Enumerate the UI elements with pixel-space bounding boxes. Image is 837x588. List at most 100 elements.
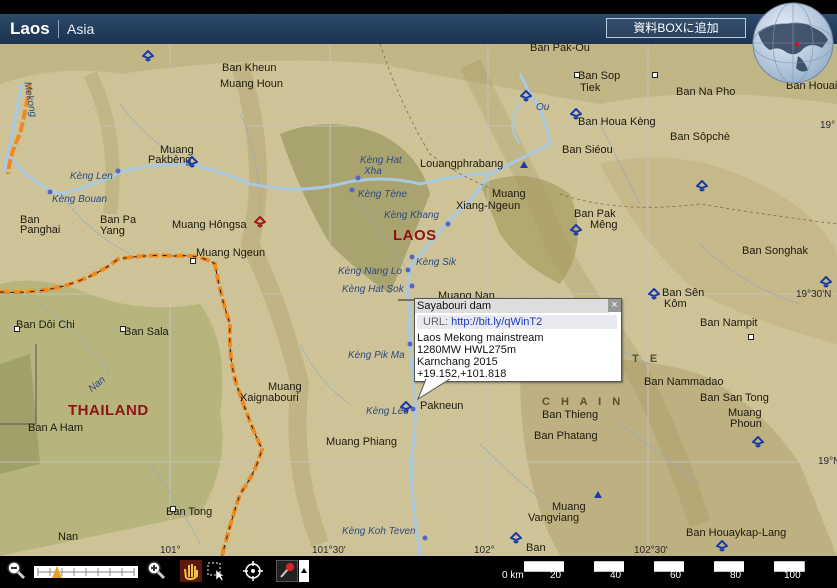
place-label[interactable]: Ban Sala	[124, 326, 169, 338]
scale-label: 20	[550, 570, 562, 581]
place-label[interactable]: Pakbèng	[148, 154, 191, 166]
header-bar: Laos Asia 資料BOXに追加	[0, 14, 837, 45]
place-label[interactable]: Tiek	[580, 82, 600, 94]
place-label[interactable]: Xiang-Ngeun	[456, 200, 520, 212]
pan-hand-icon[interactable]	[180, 560, 202, 582]
region-subtitle[interactable]: Asia	[67, 21, 94, 37]
popup-line: Laos Mekong mainstream	[417, 332, 544, 344]
popup-title: Sayabouri dam	[415, 299, 609, 313]
city-marker[interactable]	[170, 506, 176, 512]
country-label-laos: LAOS	[393, 227, 437, 244]
sayabouri-dam-icon[interactable]	[400, 401, 412, 415]
place-label[interactable]: Ban Dôi Chi	[16, 319, 75, 331]
place-label[interactable]: Ban Pak-Ou	[530, 44, 590, 54]
city-marker[interactable]	[748, 334, 754, 340]
city-marker[interactable]	[574, 72, 580, 78]
place-label[interactable]: Ban	[526, 542, 546, 554]
river-label: Ou	[536, 102, 550, 113]
popup-line: 1280MW HWL275m	[417, 344, 517, 356]
place-label[interactable]: Xaignabouri	[240, 392, 299, 404]
place-label[interactable]: Ban Houa Kèng	[578, 116, 656, 128]
river-label: Kèng Pik Ma	[348, 350, 405, 361]
place-label[interactable]: Ban Siéou	[562, 144, 613, 156]
dam-icon[interactable]	[648, 288, 660, 302]
dam-icon[interactable]	[696, 180, 708, 194]
place-label[interactable]: Vangviang	[528, 512, 579, 524]
river-label: Kèng Len	[70, 171, 113, 182]
place-label[interactable]: Muang Phiang	[326, 436, 397, 448]
place-label[interactable]: Ban Na Pho	[676, 86, 735, 98]
place-label[interactable]: Pakneun	[420, 400, 463, 412]
pin-dropdown-icon[interactable]	[299, 560, 309, 582]
place-label[interactable]: Kôm	[664, 298, 687, 310]
locate-crosshair-icon[interactable]	[242, 560, 264, 582]
dam-icon[interactable]	[716, 540, 728, 554]
dam-icon[interactable]	[752, 436, 764, 450]
add-to-box-button[interactable]: 資料BOXに追加	[606, 18, 746, 38]
city-marker[interactable]	[652, 72, 658, 78]
river-label: Kèng Khang	[384, 210, 440, 221]
place-label[interactable]: Ban Sop	[578, 70, 620, 82]
place-label[interactable]: Ban Nammadao	[644, 376, 724, 388]
river-label: Kèng Tène	[358, 189, 407, 200]
place-label[interactable]: Ban Sôpchè	[670, 131, 730, 143]
dam-icon[interactable]	[520, 90, 532, 104]
dam-icon[interactable]	[820, 276, 832, 290]
place-label[interactable]: Muang Hôngsa	[172, 219, 247, 231]
region-label-ite: I T E	[618, 353, 662, 365]
place-label[interactable]: Ban Songhak	[742, 245, 808, 257]
place-label[interactable]: Phoun	[730, 418, 762, 430]
zoom-out-icon[interactable]	[6, 560, 26, 580]
dam-icon[interactable]	[518, 158, 530, 172]
popup-url-row: URL: http://bit.ly/qWinT2	[417, 315, 617, 329]
city-marker[interactable]	[120, 326, 126, 332]
river-label: Kèng Sik	[416, 257, 457, 268]
dam-icon[interactable]	[570, 108, 582, 122]
river-label: Kèng Bouan	[52, 194, 108, 205]
dam-icon[interactable]	[570, 224, 582, 238]
globe-locator-icon[interactable]	[752, 2, 834, 84]
place-label[interactable]: Panghai	[20, 224, 60, 236]
river-label: Kèng Hat	[360, 155, 402, 166]
title-divider	[58, 20, 59, 38]
dam-icon[interactable]	[510, 532, 522, 546]
place-label[interactable]: Ban A Ham	[28, 422, 83, 434]
place-label[interactable]: Ban Kheun	[222, 62, 276, 74]
place-label[interactable]: Ban Phatang	[534, 430, 598, 442]
region-title: Laos	[10, 19, 50, 38]
city-marker[interactable]	[190, 258, 196, 264]
dam-icon[interactable]	[254, 216, 266, 230]
dam-icon[interactable]	[592, 488, 604, 502]
city-marker[interactable]	[14, 326, 20, 332]
place-label[interactable]: Ban San Tong	[700, 392, 769, 404]
top-strip	[0, 0, 837, 14]
popup-url-link[interactable]: http://bit.ly/qWinT2	[451, 316, 542, 328]
place-label[interactable]: Ban Thieng	[542, 409, 598, 421]
close-icon[interactable]: ×	[608, 299, 621, 312]
place-label[interactable]: Muang	[492, 188, 526, 200]
grid-label: 19°	[820, 120, 836, 131]
country-label-thailand: THAILAND	[68, 402, 149, 419]
scale-label: 40	[610, 570, 622, 581]
river-label: Kèng Nang Lo	[338, 266, 402, 277]
grid-label: 19°N	[818, 456, 837, 467]
place-label[interactable]: Ban Nampit	[700, 317, 757, 329]
place-label[interactable]: Ban Houaykap-Lang	[686, 527, 786, 539]
place-label[interactable]: Muang Ngeun	[196, 247, 265, 259]
place-label[interactable]: Muang Houn	[220, 78, 283, 90]
scale-label: 60	[670, 570, 682, 581]
place-label[interactable]: Yang	[100, 225, 125, 237]
place-label[interactable]: Louangphrabang	[420, 158, 503, 170]
dam-icon[interactable]	[186, 156, 198, 170]
zoom-slider[interactable]	[34, 560, 138, 582]
select-area-icon[interactable]	[206, 560, 226, 582]
popup-line: Karnchang 2015	[417, 356, 498, 368]
dam-info-popup: Sayabouri dam × URL: http://bit.ly/qWinT…	[414, 298, 622, 382]
pin-marker-icon[interactable]	[276, 560, 298, 582]
grid-label: 102°30'	[634, 545, 668, 556]
zoom-in-icon[interactable]	[146, 560, 166, 580]
place-label[interactable]: Mêng	[590, 219, 618, 231]
map-viewer: Laos Asia 資料BOXに追加 LAOS THAILAND I T E C…	[0, 0, 837, 588]
place-label[interactable]: Nan	[58, 531, 78, 543]
dam-icon[interactable]	[142, 50, 154, 64]
